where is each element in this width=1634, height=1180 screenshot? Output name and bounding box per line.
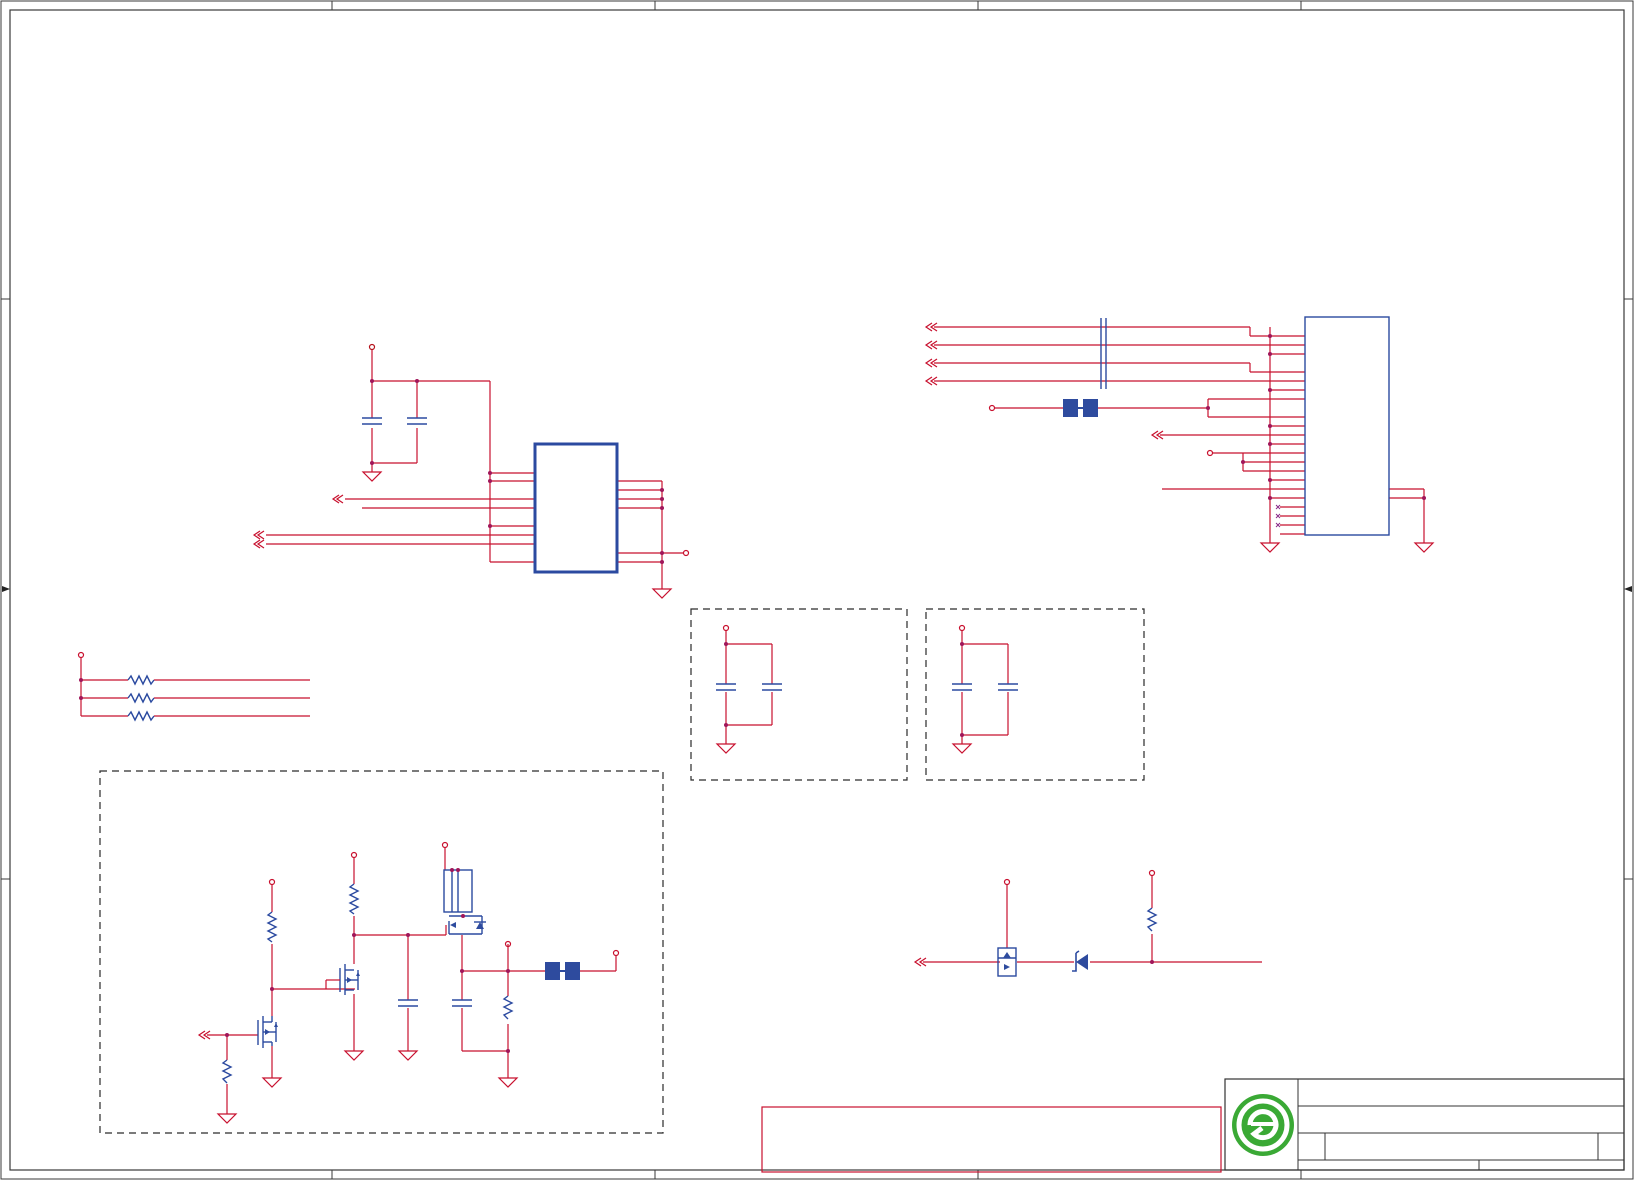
pullup-resistor-block [77, 651, 310, 722]
notes-box [761, 1106, 1222, 1173]
schottky-diode-icon [1076, 954, 1088, 970]
esd-diode-block [913, 869, 1262, 977]
power-switch-block [99, 770, 664, 1134]
sheet-frame [0, 0, 1634, 1180]
schematic-sheet [0, 0, 1634, 1180]
connector-block-right [924, 316, 1435, 553]
decoupling-box-2 [925, 608, 1145, 781]
decoupling-box-1 [690, 608, 908, 781]
e-circle-logo-icon [1232, 1094, 1294, 1156]
ic-block-left [252, 343, 690, 599]
title-block [1224, 1078, 1625, 1171]
pmos-q3-icon [443, 869, 483, 935]
ferrite-bead-icon [545, 962, 580, 980]
